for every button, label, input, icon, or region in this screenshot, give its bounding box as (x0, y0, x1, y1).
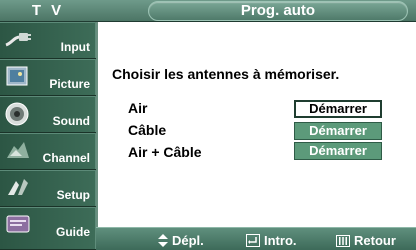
move-hint-label: Dépl. (172, 233, 204, 248)
return-hint-label: Retour (354, 233, 396, 248)
sidebar-item-picture[interactable]: Picture (0, 59, 96, 96)
sidebar-item-channel[interactable]: Channel (0, 133, 96, 170)
start-button-air-cable[interactable]: Démarrer (294, 142, 382, 160)
channel-satellite-icon (4, 138, 32, 164)
sidebar-item-setup[interactable]: Setup (0, 170, 96, 207)
sidebar-menu: Input Picture Sound Channel Setup Guide (0, 22, 96, 250)
up-down-arrows-icon (158, 234, 168, 247)
sidebar-item-label: Input (60, 40, 90, 54)
return-hint: Retour (336, 233, 396, 248)
start-button-cable[interactable]: Démarrer (294, 122, 382, 140)
enter-icon (246, 234, 260, 247)
enter-hint: Intro. (246, 233, 297, 248)
return-icon (336, 234, 350, 247)
sound-speaker-icon (4, 101, 32, 127)
main-panel: Choisir les antennes à mémoriser. Air Dé… (96, 22, 416, 227)
instruction-heading: Choisir les antennes à mémoriser. (112, 66, 340, 82)
source-label: T V (31, 2, 65, 19)
picture-icon (4, 64, 32, 90)
setup-icon (4, 175, 32, 201)
bottom-hint-bar: Dépl. Intro. Retour (96, 227, 416, 250)
guide-icon (4, 212, 32, 238)
input-plug-icon (4, 27, 32, 53)
menu-title: Prog. auto (148, 1, 408, 21)
sidebar-item-label: Setup (56, 188, 90, 202)
sidebar-item-label: Picture (49, 77, 90, 91)
sidebar-item-sound[interactable]: Sound (0, 96, 96, 133)
enter-hint-label: Intro. (264, 233, 297, 248)
option-label-air: Air (128, 100, 148, 116)
option-label-air-cable: Air + Câble (128, 144, 202, 160)
option-label-cable: Câble (128, 122, 167, 138)
top-bar: T V Prog. auto (0, 0, 416, 22)
sidebar-item-guide[interactable]: Guide (0, 207, 96, 250)
sidebar-item-input[interactable]: Input (0, 22, 96, 59)
sidebar-item-label: Sound (52, 114, 90, 128)
move-hint: Dépl. (158, 233, 204, 248)
start-button-air[interactable]: Démarrer (294, 100, 382, 118)
sidebar-item-label: Channel (42, 151, 90, 165)
sidebar-item-label: Guide (55, 225, 90, 239)
tv-osd-screen: T V Prog. auto Input Picture Sound Chann… (0, 0, 416, 250)
